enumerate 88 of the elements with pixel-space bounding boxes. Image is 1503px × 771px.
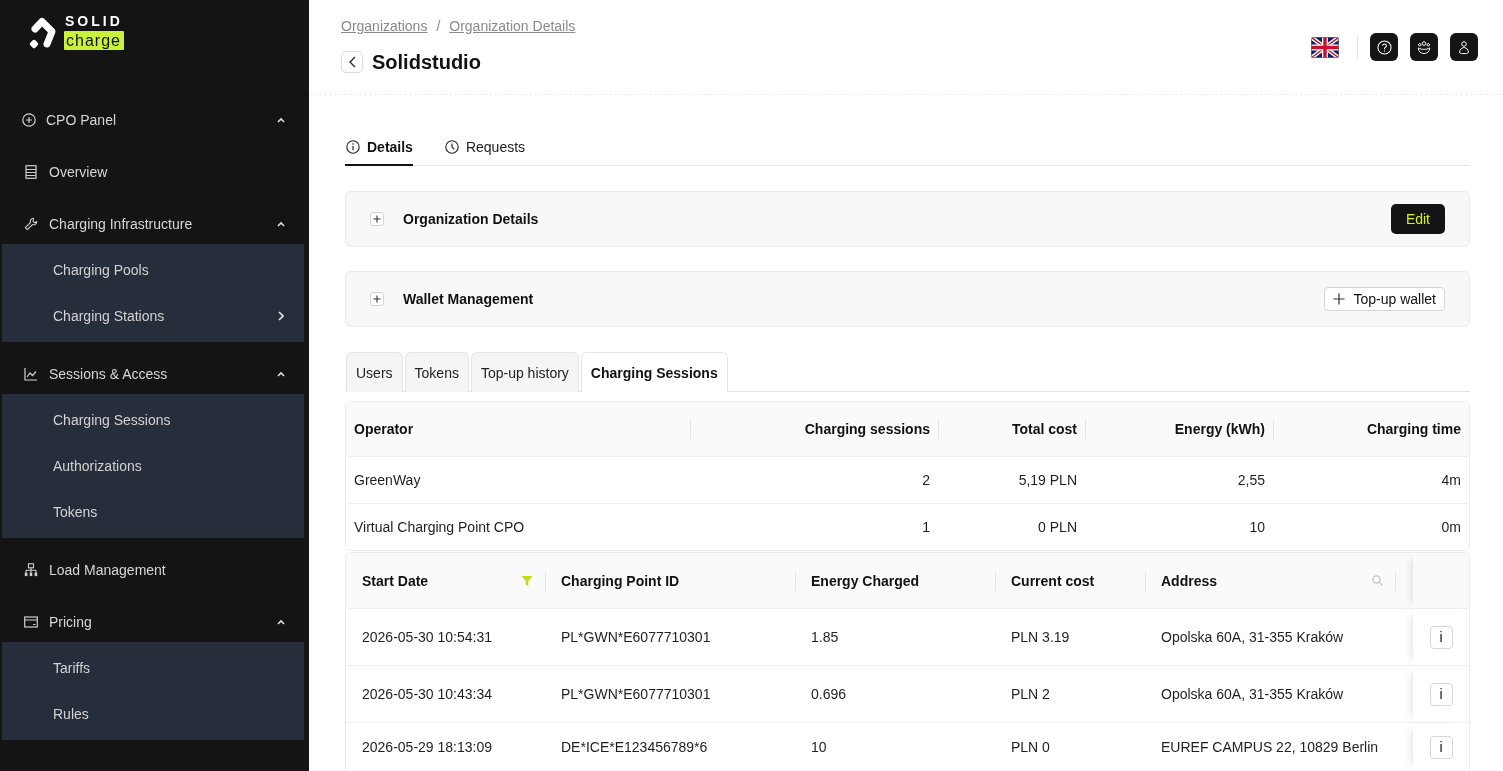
column-header: Address: [1161, 572, 1218, 589]
line-chart-icon: [24, 367, 38, 381]
info-button[interactable]: i: [1429, 735, 1453, 759]
nav-item[interactable]: Charging Infrastructure: [0, 204, 309, 244]
table-cell-text: 10: [810, 738, 828, 757]
column-header: Total cost: [938, 402, 1085, 456]
table-cell-text: PL*GWN*E6077710301: [560, 628, 712, 647]
table-cell-text: GreenWay: [353, 471, 422, 490]
plus-circle-icon: [22, 113, 36, 127]
table-cell-text: PLN 3.19: [1010, 628, 1071, 647]
logo-tag: charge: [64, 31, 124, 50]
add-button[interactable]: Top-up wallet: [1323, 287, 1445, 311]
tab[interactable]: Requests: [443, 130, 526, 166]
submenu-item[interactable]: Rules: [2, 691, 304, 737]
help-icon: [1376, 39, 1392, 55]
submenu-item[interactable]: Charging Sessions: [2, 397, 304, 443]
users-icon: [1416, 39, 1432, 55]
column-header: Energy (kWh): [1085, 402, 1273, 456]
table-cell-text: Opolska 60A, 31-355 Kraków: [1160, 685, 1345, 704]
edit-button[interactable]: Edit: [1390, 204, 1445, 234]
column-header: Energy Charged: [811, 572, 920, 589]
panel-title: Wallet Management: [403, 291, 534, 307]
table-cell-text: 0 PLN: [1037, 518, 1078, 537]
table-cell-text: 5,19 PLN: [1017, 471, 1078, 490]
clock-icon: [444, 140, 459, 154]
user-button[interactable]: [1450, 33, 1478, 61]
nav-item[interactable]: Overview: [0, 152, 309, 192]
nav-item[interactable]: CPO Panel: [0, 100, 309, 140]
tab[interactable]: Details: [345, 130, 413, 166]
table-cell-text: Opolska 60A, 31-355 Kraków: [1160, 628, 1345, 647]
tab[interactable]: Users: [346, 352, 403, 392]
help-button[interactable]: [1370, 33, 1398, 61]
table-cell-text: 2: [921, 471, 931, 490]
table-cell-text: 1: [921, 518, 931, 537]
column-header: Current cost: [1011, 572, 1095, 589]
column-header: Charging sessions: [690, 402, 938, 456]
users-button[interactable]: [1410, 33, 1438, 61]
card-icon: [24, 615, 38, 629]
table-cell-text: 4m: [1440, 471, 1462, 490]
column-header: Charging time: [1273, 402, 1469, 456]
column-header: Charging Point ID: [561, 572, 680, 589]
sitemap-icon: [24, 563, 38, 577]
list-icon: [24, 165, 38, 179]
table-cell-text: 0m: [1440, 518, 1462, 537]
nav-item[interactable]: Sessions & Access: [0, 354, 309, 394]
info-icon: [346, 140, 360, 154]
plus-icon: [1332, 293, 1345, 305]
table-cell-text: 2026-05-30 10:43:34: [361, 685, 493, 704]
tab[interactable]: Charging Sessions: [580, 352, 728, 392]
chevron-left-icon: [348, 56, 356, 68]
table-cell-text: 2,55: [1236, 471, 1266, 490]
table-cell-text: PLN 2: [1010, 685, 1051, 704]
back-button[interactable]: [341, 51, 363, 73]
table-cell-text: Virtual Charging Point CPO: [353, 518, 526, 537]
submenu-item[interactable]: Tariffs: [2, 645, 304, 691]
column-header: Operator: [353, 420, 415, 439]
tab[interactable]: Tokens: [404, 352, 469, 392]
uk-flag-icon[interactable]: [1311, 36, 1339, 58]
table-cell-text: 10: [1248, 518, 1266, 537]
nav-item[interactable]: Pricing: [0, 602, 309, 642]
plus-icon[interactable]: [370, 292, 384, 306]
table-cell-text: 2026-05-29 18:13:09: [361, 738, 493, 757]
info-button[interactable]: i: [1429, 682, 1453, 706]
wrench-icon: [24, 217, 38, 231]
submenu-item[interactable]: Authorizations: [2, 443, 304, 489]
user-icon: [1457, 39, 1471, 55]
table-cell-text: 2026-05-30 10:54:31: [361, 628, 493, 647]
column-header: Start Date: [362, 572, 429, 589]
tab[interactable]: Top-up history: [470, 352, 579, 392]
nav-item[interactable]: Load Management: [0, 550, 309, 590]
page-title: Solidstudio: [372, 51, 481, 73]
panel-title: Organization Details: [403, 211, 539, 227]
logo-icon: [28, 16, 57, 49]
table-cell-text: PLN 0: [1010, 738, 1051, 757]
breadcrumb-separator: /: [436, 17, 441, 35]
submenu-item[interactable]: Charging Stations: [2, 293, 304, 339]
info-button[interactable]: i: [1429, 625, 1453, 649]
table-cell-text: EUREF CAMPUS 22, 10829 Berlin: [1160, 738, 1380, 757]
breadcrumb-link[interactable]: Organization Details: [449, 17, 576, 35]
table-cell-text: 1.85: [810, 628, 840, 647]
table-cell-text: PL*GWN*E6077710301: [560, 685, 712, 704]
table-cell-text: 0.696: [810, 685, 848, 704]
breadcrumb-link[interactable]: Organizations: [341, 17, 428, 35]
table-cell-text: DE*ICE*E123456789*6: [560, 738, 709, 757]
submenu-item[interactable]: Tokens: [2, 489, 304, 535]
logo-wordmark: SOLID: [64, 15, 123, 28]
submenu-item[interactable]: Charging Pools: [2, 247, 304, 293]
plus-icon[interactable]: [370, 212, 384, 226]
